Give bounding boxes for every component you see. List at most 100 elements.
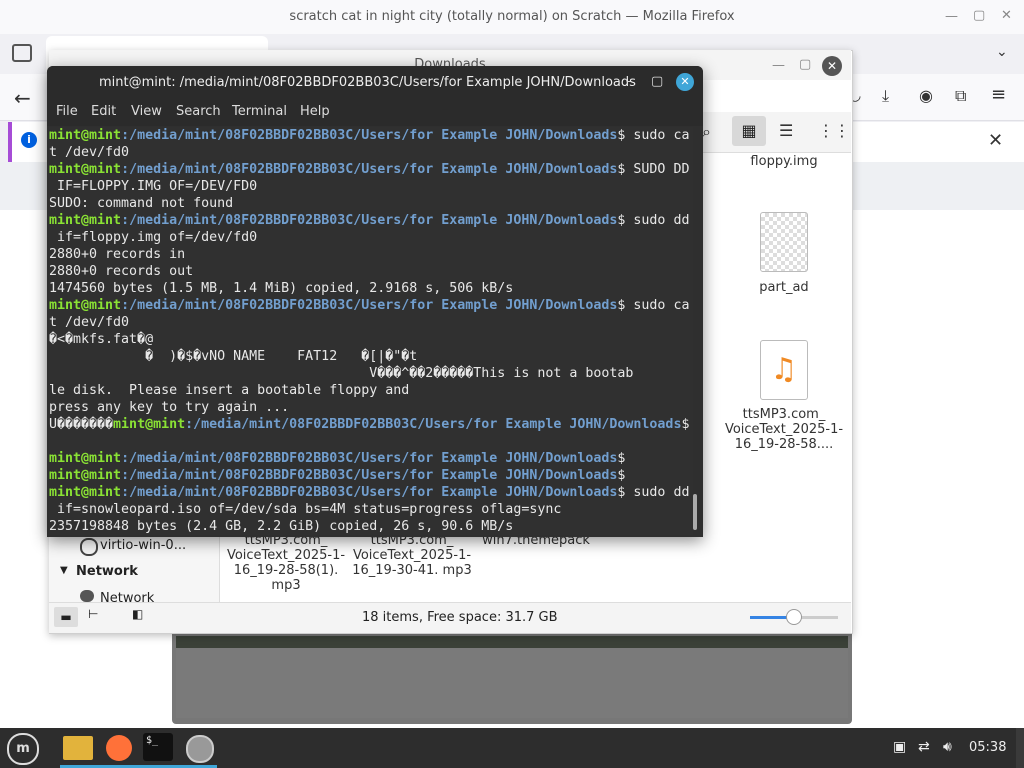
firefox-maximize-icon[interactable]: ▢	[973, 8, 985, 23]
prompt-path: :/media/mint/08F02BBDF02BB03C/Users/for …	[121, 162, 618, 177]
firefox-icon	[106, 735, 132, 761]
prompt-command: $ sudo dd	[617, 213, 690, 228]
menu-terminal[interactable]: Terminal	[232, 104, 287, 119]
terminal-maximize-icon[interactable]: ▢	[651, 74, 663, 89]
search-icon[interactable]: ⌕	[702, 122, 711, 142]
prompt-path: :/media/mint/08F02BBDF02BB03C/Users/for …	[121, 128, 618, 143]
prompt-path: :/media/mint/08F02BBDF02BB03C/Users/for …	[185, 417, 682, 432]
terminal-scrollbar[interactable]	[693, 494, 697, 530]
account-icon[interactable]: ◉	[919, 86, 933, 105]
terminal-line: V���^��2�����This is not a bootab	[49, 366, 634, 381]
menu-view[interactable]: View	[131, 104, 162, 119]
prompt-command: $	[617, 468, 626, 483]
terminal-line: mint@mint:/media/mint/08F02BBDF02BB03C/U…	[49, 297, 693, 314]
nemo-close-icon[interactable]: ✕	[822, 56, 842, 76]
prompt-user: mint@mint	[49, 451, 122, 466]
disks-icon	[186, 735, 214, 763]
terminal-line: � )�$�vNO NAME FAT12 �[|�"�t	[49, 349, 418, 364]
files-app-button[interactable]	[60, 730, 96, 766]
terminal-app-button[interactable]: $_	[140, 730, 176, 766]
firefox-app-button[interactable]	[101, 730, 137, 766]
expander-icon[interactable]: ▼	[60, 565, 68, 576]
network-tray-icon[interactable]: ⇄	[918, 739, 930, 755]
menu-edit[interactable]: Edit	[91, 104, 116, 119]
show-desktop-button[interactable]	[1016, 728, 1024, 768]
prompt-path: :/media/mint/08F02BBDF02BB03C/Users/for …	[121, 213, 618, 228]
terminal-close-icon[interactable]: ✕	[676, 73, 694, 91]
list-all-tabs-chevron-icon[interactable]: ⌄	[996, 44, 1008, 60]
terminal-titlebar: mint@mint: /media/mint/08F02BBDF02BB03C/…	[47, 66, 703, 100]
terminal-line: mint@mint:/media/mint/08F02BBDF02BB03C/U…	[49, 161, 693, 178]
terminal-line: mint@mint:/media/mint/08F02BBDF02BB03C/U…	[49, 467, 693, 484]
menu-search[interactable]: Search	[176, 104, 221, 119]
compact-view-icon[interactable]: ⋮⋮	[818, 121, 850, 140]
terminal-line: if=floppy.img of=/dev/fd0	[49, 230, 258, 245]
downloads-icon[interactable]: ⤓	[882, 86, 889, 106]
file-name-part-ad[interactable]: part_ad	[724, 280, 844, 295]
menu-help[interactable]: Help	[300, 104, 330, 119]
toggle-sidebar-icon[interactable]: ◧	[132, 607, 143, 621]
terminal-line: mint@mint:/media/mint/08F02BBDF02BB03C/U…	[49, 127, 693, 144]
prompt-path: :/media/mint/08F02BBDF02BB03C/Users/for …	[121, 451, 618, 466]
terminal-garbage: U�������	[49, 417, 114, 432]
prompt-command: $	[617, 451, 626, 466]
file-name-mp3-2[interactable]: ttsMP3.com_ VoiceText_2025-1-16_19-28-58…	[226, 533, 346, 593]
terminal-icon: $_	[143, 733, 173, 761]
stage-lower	[176, 648, 848, 718]
terminal-line: 2357198848 bytes (2.4 GB, 2.2 GiB) copie…	[49, 519, 514, 534]
menu-icon[interactable]: ≡	[991, 84, 1006, 105]
terminal-line: press any key to try again ...	[49, 400, 290, 415]
prompt-path: :/media/mint/08F02BBDF02BB03C/Users/for …	[121, 298, 618, 313]
terminal-line: t /dev/fd0	[49, 315, 130, 330]
terminal-minimize-icon[interactable]: –	[626, 74, 633, 89]
info-icon: i	[21, 132, 37, 148]
firefox-minimize-icon[interactable]: —	[945, 9, 958, 24]
clock[interactable]: 05:38	[969, 740, 1006, 755]
sidebar-section-network: Network	[76, 564, 138, 579]
sidebar-item-virtio[interactable]: virtio-win-0...	[100, 538, 186, 553]
generic-file-icon[interactable]	[760, 212, 808, 272]
disks-app-button[interactable]	[181, 730, 217, 766]
prompt-command: $ sudo dd	[617, 485, 690, 500]
volume-icon[interactable]: 🔊︎	[943, 739, 952, 755]
firefox-close-icon[interactable]: ✕	[1001, 8, 1012, 23]
prompt-user: mint@mint	[49, 213, 122, 228]
list-view-icon[interactable]: ☰	[779, 121, 793, 140]
audio-file-icon[interactable]: ♫	[760, 340, 808, 400]
terminal-line: mint@mint:/media/mint/08F02BBDF02BB03C/U…	[49, 484, 693, 501]
terminal-line: �<�mkfs.fat�@	[49, 332, 154, 347]
files-icon	[63, 736, 93, 760]
stage-strip	[176, 636, 848, 648]
zoom-slider-handle[interactable]	[786, 609, 802, 625]
notification-close-icon[interactable]: ✕	[988, 130, 1003, 151]
icon-view-icon[interactable]: ▦	[732, 116, 766, 146]
file-name-floppy[interactable]: floppy.img	[724, 154, 844, 169]
terminal-line: IF=FLOPPY.IMG OF=/DEV/FD0	[49, 179, 258, 194]
terminal-output[interactable]: mint@mint:/media/mint/08F02BBDF02BB03C/U…	[49, 127, 693, 535]
terminal-line: t /dev/fd0	[49, 145, 130, 160]
nemo-maximize-icon[interactable]: ▢	[799, 57, 811, 72]
menu-file[interactable]: File	[56, 104, 78, 119]
prompt-command: $ sudo ca	[617, 128, 690, 143]
terminal-line: 2880+0 records out	[49, 264, 194, 279]
prompt-user: mint@mint	[49, 128, 122, 143]
prompt-command: $ sudo ca	[617, 298, 690, 313]
file-name-mp3-1[interactable]: ttsMP3.com_ VoiceText_2025-1-16_19-28-58…	[724, 407, 844, 452]
prompt-user: mint@mint	[49, 468, 122, 483]
back-icon[interactable]: ←	[14, 86, 31, 110]
disc-icon	[80, 538, 98, 556]
extensions-icon[interactable]: ⧉	[955, 86, 966, 106]
places-icon[interactable]: ▬	[54, 607, 78, 627]
file-name-mp3-3[interactable]: ttsMP3.com_ VoiceText_2025-1-16_19-30-41…	[352, 533, 472, 578]
mint-menu-icon[interactable]: m	[7, 733, 39, 765]
prompt-user: mint@mint	[113, 417, 186, 432]
prompt-user: mint@mint	[49, 298, 122, 313]
prompt-command: $	[681, 417, 690, 432]
prompt-path: :/media/mint/08F02BBDF02BB03C/Users/for …	[121, 468, 618, 483]
tree-icon[interactable]: ⊢	[88, 607, 98, 621]
nemo-minimize-icon[interactable]: —	[772, 58, 785, 73]
tab-overview-icon[interactable]	[12, 44, 32, 62]
clipboard-icon[interactable]: ▣	[893, 739, 906, 755]
terminal-title: mint@mint: /media/mint/08F02BBDF02BB03C/…	[99, 75, 636, 90]
sidebar-item-network[interactable]: Network	[100, 591, 154, 602]
